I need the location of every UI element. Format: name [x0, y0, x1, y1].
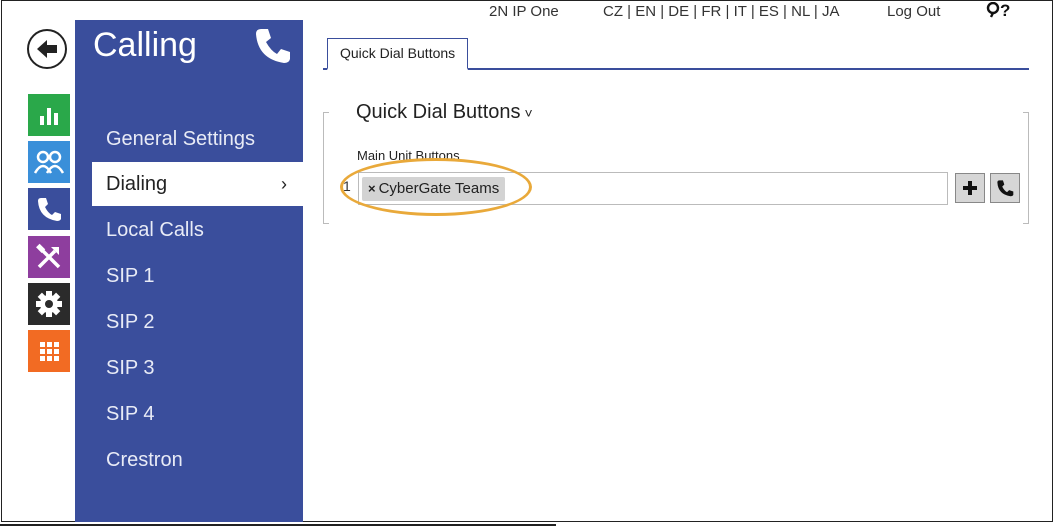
- logout-link[interactable]: Log Out: [887, 3, 940, 20]
- section-title-text: Quick Dial Buttons: [356, 101, 521, 123]
- sidebar-item-label: Local Calls: [106, 219, 204, 241]
- language-selector[interactable]: CZ | EN | DE | FR | IT | ES | NL | JA: [603, 3, 839, 20]
- back-button[interactable]: [27, 29, 67, 69]
- tab-bar: Quick Dial Buttons: [323, 38, 1029, 70]
- nav-directory[interactable]: [28, 141, 70, 183]
- plus-icon: [963, 181, 977, 195]
- sidebar-item-label: SIP 3: [106, 357, 155, 379]
- sidebar-item-sip-2[interactable]: SIP 2: [75, 300, 303, 344]
- highlight-ellipse: [340, 158, 532, 216]
- sidebar-item-sip-1[interactable]: SIP 1: [75, 254, 303, 298]
- chevron-right-icon: ›: [281, 174, 287, 194]
- nav-hardware[interactable]: [28, 236, 70, 278]
- chevron-down-icon: ˅: [524, 105, 533, 121]
- sidebar-item-general-settings[interactable]: General Settings: [75, 117, 303, 161]
- sidebar-item-local-calls[interactable]: Local Calls: [75, 208, 303, 252]
- hardware-icon: [36, 243, 61, 269]
- tab-quick-dial-buttons[interactable]: Quick Dial Buttons: [327, 38, 469, 70]
- search-icon[interactable]: [986, 1, 1000, 18]
- sidebar-item-sip-4[interactable]: SIP 4: [75, 392, 303, 436]
- top-bar: 2N IP One CZ | EN | DE | FR | IT | ES | …: [0, 1, 1054, 22]
- nav-system[interactable]: [28, 283, 70, 325]
- nav-calling[interactable]: [28, 188, 70, 230]
- nav-services[interactable]: [28, 330, 70, 372]
- sidebar: Calling General Settings Dialing › Local …: [75, 20, 303, 522]
- arrow-left-icon: [37, 40, 57, 58]
- sidebar-item-crestron[interactable]: Crestron: [75, 438, 303, 482]
- section-bracket-left: [323, 112, 329, 224]
- section-title[interactable]: Quick Dial Buttons ˅: [356, 101, 537, 124]
- sidebar-item-label: SIP 2: [106, 311, 155, 333]
- status-icon: [40, 108, 58, 125]
- section-bracket-right: [1023, 112, 1029, 224]
- gear-icon: [36, 291, 62, 317]
- nav-status[interactable]: [28, 94, 70, 136]
- sidebar-item-label: Crestron: [106, 449, 183, 471]
- directory-icon: [33, 150, 65, 174]
- help-icon[interactable]: ?: [1000, 1, 1013, 20]
- phone-icon: [256, 29, 290, 63]
- sidebar-item-sip-3[interactable]: SIP 3: [75, 346, 303, 390]
- phone-icon: [997, 180, 1014, 197]
- services-icon: [40, 342, 59, 361]
- call-button[interactable]: [990, 173, 1020, 203]
- sidebar-title: Calling: [93, 26, 197, 64]
- sidebar-item-label: General Settings: [106, 128, 255, 150]
- bottom-divider: [0, 524, 556, 526]
- add-button[interactable]: [955, 173, 985, 203]
- top-icons: ?: [986, 1, 1013, 21]
- sidebar-item-dialing[interactable]: Dialing ›: [92, 162, 303, 206]
- sidebar-item-label: SIP 1: [106, 265, 155, 287]
- sidebar-item-label: SIP 4: [106, 403, 155, 425]
- phone-icon: [38, 198, 61, 221]
- sidebar-item-label: Dialing: [106, 173, 168, 195]
- device-name: 2N IP One: [489, 3, 559, 20]
